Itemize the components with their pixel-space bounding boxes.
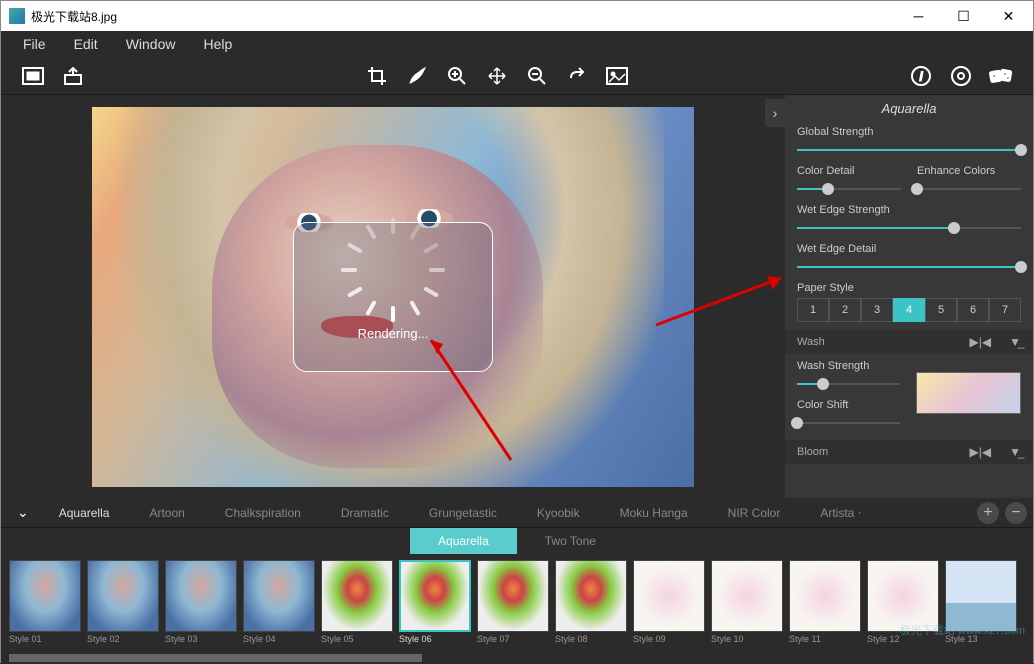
style-01[interactable]: Style 01 — [9, 560, 81, 644]
enhance-colors-slider[interactable] — [917, 180, 1021, 198]
flip-v-icon[interactable]: ▼̲ — [1009, 335, 1021, 349]
app-icon — [9, 8, 25, 24]
paper-6[interactable]: 6 — [957, 298, 989, 322]
style-02[interactable]: Style 02 — [87, 560, 159, 644]
wet-edge-strength-slider[interactable] — [797, 219, 1021, 237]
flip-h-icon[interactable]: ▶|◀ — [970, 335, 992, 349]
style-04[interactable]: Style 04 — [243, 560, 315, 644]
wash-swatch[interactable] — [916, 372, 1021, 414]
style-06[interactable]: Style 06 — [399, 560, 471, 644]
zoom-in-button[interactable] — [437, 61, 477, 91]
redo-button[interactable] — [557, 61, 597, 91]
color-detail-label: Color Detail — [797, 165, 901, 177]
paper-5[interactable]: 5 — [925, 298, 957, 322]
flip-v-icon-2[interactable]: ▼̲ — [1009, 445, 1021, 459]
rendering-overlay: Rendering... — [293, 222, 493, 372]
open-button[interactable] — [13, 61, 53, 91]
wash-label: Wash — [797, 336, 825, 348]
rendering-label: Rendering... — [358, 326, 429, 341]
cat-dramatic[interactable]: Dramatic — [321, 498, 409, 527]
canvas-image[interactable]: Rendering... — [92, 107, 694, 487]
subtab-aquarella[interactable]: Aquarella — [410, 528, 517, 554]
svg-text:i: i — [919, 69, 923, 84]
paper-7[interactable]: 7 — [989, 298, 1021, 322]
paper-1[interactable]: 1 — [797, 298, 829, 322]
brush-button[interactable] — [397, 61, 437, 91]
menu-window[interactable]: Window — [112, 36, 190, 52]
subtab-two-tone[interactable]: Two Tone — [517, 528, 624, 554]
menubar: File Edit Window Help — [1, 31, 1033, 57]
menu-edit[interactable]: Edit — [60, 36, 112, 52]
bloom-label: Bloom — [797, 446, 828, 458]
cat-artista[interactable]: Artista ‧ — [800, 498, 881, 527]
add-preset-button[interactable]: + — [977, 502, 999, 524]
collapse-panel-button[interactable]: › — [765, 99, 785, 127]
style-10[interactable]: Style 10 — [711, 560, 783, 644]
style-07[interactable]: Style 07 — [477, 560, 549, 644]
window-title: 极光下载站8.jpg — [31, 8, 896, 25]
flip-h-icon-2[interactable]: ▶|◀ — [970, 445, 992, 459]
cat-kyoobik[interactable]: Kyoobik — [517, 498, 600, 527]
color-detail-slider[interactable] — [797, 180, 901, 198]
close-button[interactable]: ✕ — [986, 1, 1031, 31]
style-12[interactable]: Style 12 — [867, 560, 939, 644]
wet-edge-detail-slider[interactable] — [797, 258, 1021, 276]
style-strip: Style 01 Style 02 Style 03 Style 04 Styl… — [1, 554, 1033, 654]
style-13[interactable]: Style 13 — [945, 560, 1017, 644]
paper-2[interactable]: 2 — [829, 298, 861, 322]
style-03[interactable]: Style 03 — [165, 560, 237, 644]
side-panel: Aquarella Global Strength Color Detail E… — [785, 95, 1033, 498]
menu-file[interactable]: File — [9, 36, 60, 52]
wash-strength-label: Wash Strength — [797, 360, 900, 372]
cat-grungetastic[interactable]: Grungetastic — [409, 498, 517, 527]
bloom-section-header[interactable]: Bloom ▶|◀ ▼̲ — [785, 440, 1033, 464]
wash-strength-slider[interactable] — [797, 375, 900, 393]
global-strength-slider[interactable] — [797, 141, 1021, 159]
paper-4[interactable]: 4 — [893, 298, 925, 322]
category-row: ⌄ Aquarella Artoon Chalkspiration Dramat… — [1, 498, 1033, 528]
info-button[interactable]: i — [901, 61, 941, 91]
cat-moku-hanga[interactable]: Moku Hanga — [600, 498, 708, 527]
paper-3[interactable]: 3 — [861, 298, 893, 322]
maximize-button[interactable]: ☐ — [941, 1, 986, 31]
spinner-icon — [363, 252, 423, 312]
color-shift-label: Color Shift — [797, 399, 900, 411]
titlebar: 极光下载站8.jpg ─ ☐ ✕ — [1, 1, 1033, 31]
wash-section-header[interactable]: Wash ▶|◀ ▼̲ — [785, 330, 1033, 354]
subtab-row: Aquarella Two Tone — [1, 528, 1033, 554]
panel-title: Aquarella — [785, 95, 1033, 122]
remove-preset-button[interactable]: − — [1005, 502, 1027, 524]
paper-style-row: 1 2 3 4 5 6 7 — [797, 298, 1021, 322]
paper-style-label: Paper Style — [797, 282, 1021, 294]
style-08[interactable]: Style 08 — [555, 560, 627, 644]
toolbar: i — [1, 57, 1033, 95]
enhance-colors-label: Enhance Colors — [917, 165, 1021, 177]
crop-button[interactable] — [357, 61, 397, 91]
settings-button[interactable] — [941, 61, 981, 91]
compare-button[interactable] — [597, 61, 637, 91]
color-shift-slider[interactable] — [797, 414, 900, 432]
main-area: Rendering... › Aquarella Global Strength… — [1, 95, 1033, 498]
global-strength-label: Global Strength — [797, 126, 1021, 138]
export-button[interactable] — [53, 61, 93, 91]
minimize-button[interactable]: ─ — [896, 1, 941, 31]
wet-edge-detail-label: Wet Edge Detail — [797, 243, 1021, 255]
wet-edge-strength-label: Wet Edge Strength — [797, 204, 1021, 216]
zoom-out-button[interactable] — [517, 61, 557, 91]
style-09[interactable]: Style 09 — [633, 560, 705, 644]
menu-help[interactable]: Help — [189, 36, 246, 52]
cat-nir-color[interactable]: NIR Color — [708, 498, 801, 527]
style-05[interactable]: Style 05 — [321, 560, 393, 644]
cat-aquarella[interactable]: Aquarella — [39, 498, 130, 527]
canvas-wrap: Rendering... › — [1, 95, 785, 498]
style-11[interactable]: Style 11 — [789, 560, 861, 644]
cat-artoon[interactable]: Artoon — [129, 498, 204, 527]
pan-button[interactable] — [477, 61, 517, 91]
random-button[interactable] — [981, 61, 1021, 91]
cat-chalkspiration[interactable]: Chalkspiration — [205, 498, 321, 527]
category-collapse-icon[interactable]: ⌄ — [7, 504, 39, 521]
